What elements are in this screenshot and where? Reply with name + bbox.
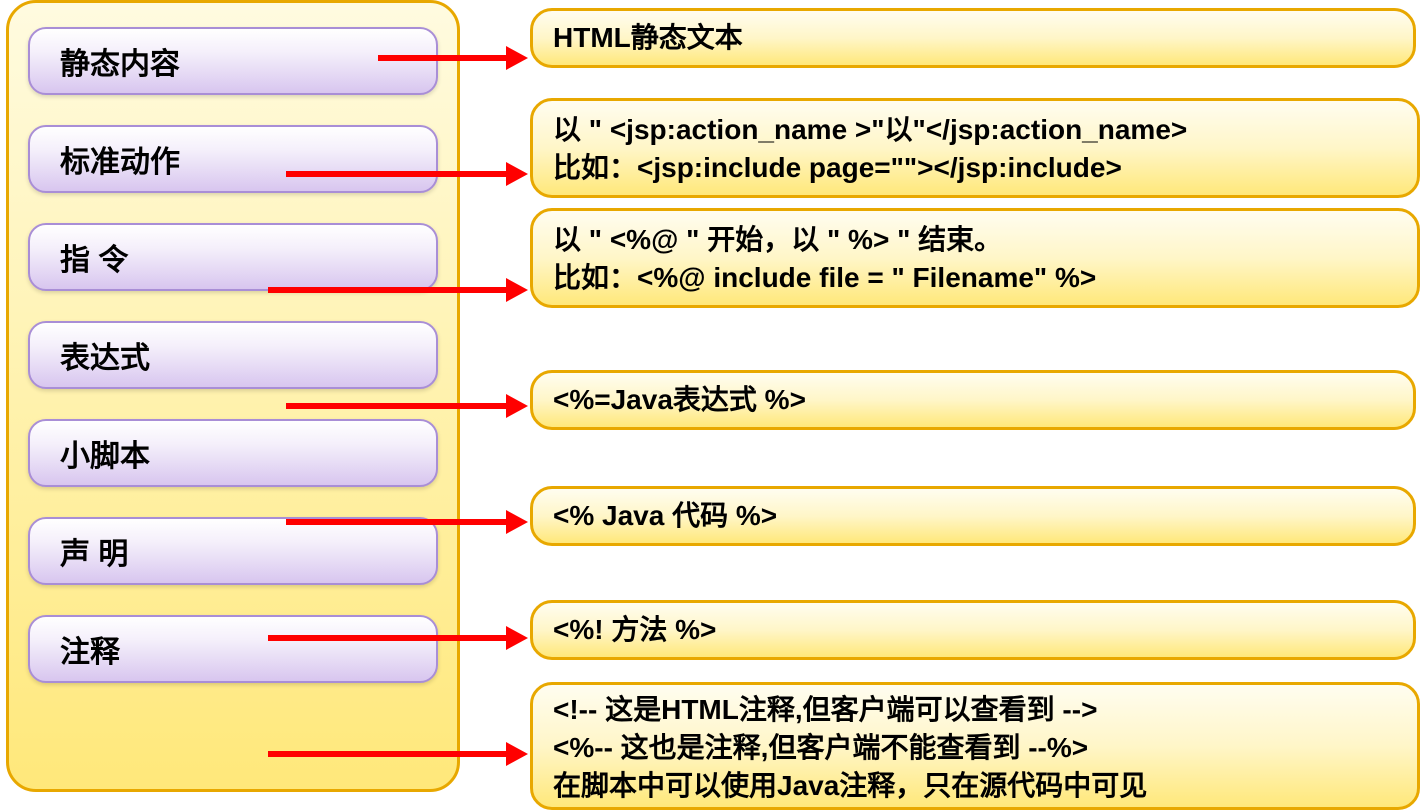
desc-text-line: <!-- 这是HTML注释,但客户端可以查看到 --> bbox=[553, 691, 1397, 729]
category-label: 小脚本 bbox=[60, 431, 150, 475]
arrow-icon bbox=[268, 630, 528, 646]
desc-text-line: 以 " <%@ " 开始，以 " %> " 结束。 bbox=[553, 221, 1397, 259]
category-label: 标准动作 bbox=[60, 137, 180, 181]
category-label: 声 明 bbox=[60, 529, 128, 573]
arrow-icon bbox=[286, 398, 528, 414]
category-directive: 指 令 bbox=[28, 223, 438, 291]
desc-scriptlet: <% Java 代码 %> bbox=[530, 486, 1416, 546]
category-label: 注释 bbox=[60, 627, 120, 671]
category-static-content: 静态内容 bbox=[28, 27, 438, 95]
category-label: 指 令 bbox=[60, 235, 128, 279]
desc-text: <%=Java表达式 %> bbox=[553, 381, 806, 419]
desc-directive: 以 " <%@ " 开始，以 " %> " 结束。 比如：<%@ include… bbox=[530, 208, 1420, 308]
desc-text: HTML静态文本 bbox=[553, 19, 743, 57]
desc-text: <%! 方法 %> bbox=[553, 611, 716, 649]
desc-text-line: 比如：<jsp:include page=""></jsp:include> bbox=[553, 149, 1397, 187]
desc-text-line: 比如：<%@ include file = " Filename" %> bbox=[553, 259, 1397, 297]
desc-comment: <!-- 这是HTML注释,但客户端可以查看到 --> <%-- 这也是注释,但… bbox=[530, 682, 1420, 810]
category-comment: 注释 bbox=[28, 615, 438, 683]
arrow-icon bbox=[268, 746, 528, 762]
category-scriptlet: 小脚本 bbox=[28, 419, 438, 487]
arrow-icon bbox=[378, 50, 528, 66]
desc-standard-action: 以 " <jsp:action_name >"以"</jsp:action_na… bbox=[530, 98, 1420, 198]
category-label: 表达式 bbox=[60, 333, 150, 377]
desc-static-content: HTML静态文本 bbox=[530, 8, 1416, 68]
arrow-icon bbox=[286, 514, 528, 530]
desc-declaration: <%! 方法 %> bbox=[530, 600, 1416, 660]
desc-expression: <%=Java表达式 %> bbox=[530, 370, 1416, 430]
category-standard-action: 标准动作 bbox=[28, 125, 438, 193]
left-category-container: 静态内容 标准动作 指 令 表达式 小脚本 声 明 注释 bbox=[6, 0, 460, 792]
arrow-icon bbox=[286, 166, 528, 182]
arrow-icon bbox=[268, 282, 528, 298]
desc-text-line: 在脚本中可以使用Java注释，只在源代码中可见 bbox=[553, 767, 1397, 805]
category-expression: 表达式 bbox=[28, 321, 438, 389]
desc-text-line: 以 " <jsp:action_name >"以"</jsp:action_na… bbox=[553, 111, 1397, 149]
desc-text: <% Java 代码 %> bbox=[553, 497, 777, 535]
desc-text-line: <%-- 这也是注释,但客户端不能查看到 --%> bbox=[553, 729, 1397, 767]
category-label: 静态内容 bbox=[60, 39, 180, 83]
